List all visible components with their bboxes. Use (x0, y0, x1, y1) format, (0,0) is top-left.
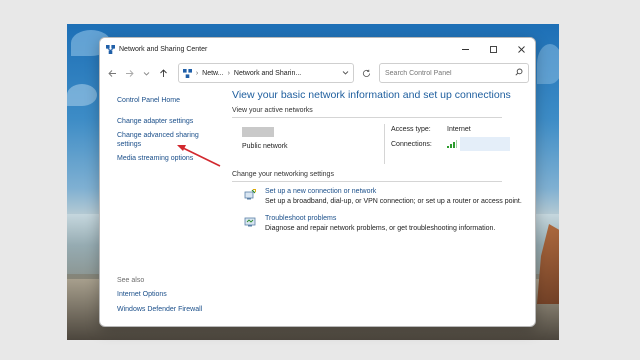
maximize-icon (489, 45, 497, 53)
sidebar-item-change-adapter-settings[interactable]: Change adapter settings (117, 117, 224, 126)
sidebar: Control Panel Home Change adapter settin… (100, 86, 224, 326)
network-identity: Public network (232, 124, 384, 164)
wifi-signal-icon (447, 140, 457, 148)
network-type[interactable]: Public network (242, 143, 288, 150)
connections-label: Connections: (391, 140, 432, 148)
troubleshoot-icon (244, 217, 256, 227)
sidebar-item-internet-options[interactable]: Internet Options (117, 290, 202, 299)
task-troubleshoot: Troubleshoot problems Diagnose and repai… (232, 215, 535, 232)
main-content: View your basic network information and … (224, 86, 535, 326)
refresh-button[interactable] (358, 63, 375, 83)
active-network: Public network Access type: Internet Con… (232, 124, 535, 164)
network-sharing-center-window: Network and Sharing Center › Netw... › N… (99, 37, 536, 327)
wallpaper-leaf (537, 44, 559, 84)
breadcrumb-item[interactable]: Network and Sharin... (234, 70, 301, 77)
setup-connection-link[interactable]: Set up a new connection or network (265, 188, 522, 195)
access-type-label: Access type: (391, 126, 431, 133)
back-button[interactable] (106, 66, 119, 80)
title-bar: Network and Sharing Center (100, 38, 535, 60)
sidebar-item-windows-defender-firewall[interactable]: Windows Defender Firewall (117, 305, 202, 314)
access-type-value: Internet (447, 126, 471, 133)
address-bar[interactable]: › Netw... › Network and Sharin... (177, 63, 355, 83)
up-button[interactable] (157, 66, 170, 80)
see-also-section: See also Internet Options Windows Defend… (117, 277, 202, 320)
network-icon (106, 44, 115, 54)
chevron-down-icon (143, 71, 150, 76)
troubleshoot-problems-link[interactable]: Troubleshoot problems (265, 215, 495, 222)
chevron-down-icon (343, 70, 349, 75)
window-body: Control Panel Home Change adapter settin… (100, 86, 535, 326)
sidebar-item-media-streaming-options[interactable]: Media streaming options (117, 154, 224, 163)
arrow-up-icon (160, 68, 167, 77)
page-title: View your basic network information and … (232, 89, 511, 101)
search-icon[interactable] (515, 68, 523, 78)
active-networks-header: View your active networks (232, 107, 502, 118)
task-new-connection: Set up a new connection or network Set u… (232, 188, 535, 205)
arrow-left-icon (108, 69, 116, 77)
sidebar-item-change-advanced-sharing-settings[interactable]: Change advanced sharing settings (117, 131, 209, 149)
search-input[interactable] (385, 69, 515, 77)
network-details: Access type: Internet Connections: (384, 124, 510, 164)
connection-name-redacted[interactable] (460, 137, 510, 151)
minimize-icon (461, 48, 469, 50)
setup-connection-description: Set up a broadband, dial-up, or VPN conn… (265, 198, 522, 205)
close-button[interactable] (507, 38, 535, 60)
breadcrumb-separator: › (227, 69, 230, 77)
window-title: Network and Sharing Center (119, 45, 208, 53)
maximize-button[interactable] (479, 38, 507, 60)
network-name-redacted (242, 127, 274, 137)
wallpaper-leaf (67, 84, 97, 106)
recent-locations-button[interactable] (140, 66, 153, 80)
change-settings-header: Change your networking settings (232, 171, 502, 182)
troubleshoot-problems-description: Diagnose and repair network problems, or… (265, 225, 496, 232)
navigation-bar: › Netw... › Network and Sharin... (100, 60, 535, 86)
sidebar-item-control-panel-home[interactable]: Control Panel Home (117, 96, 224, 105)
new-connection-icon (244, 189, 256, 200)
refresh-icon (363, 69, 371, 77)
address-dropdown-button[interactable] (342, 69, 349, 78)
breadcrumb-item[interactable]: Netw... (202, 70, 223, 77)
see-also-label: See also (117, 277, 145, 284)
forward-button[interactable] (123, 66, 136, 80)
search-box[interactable] (379, 63, 529, 83)
close-icon (517, 45, 525, 53)
breadcrumb-separator: › (195, 69, 199, 77)
arrow-right-icon (125, 69, 134, 77)
network-icon (182, 68, 192, 78)
minimize-button[interactable] (451, 38, 479, 60)
